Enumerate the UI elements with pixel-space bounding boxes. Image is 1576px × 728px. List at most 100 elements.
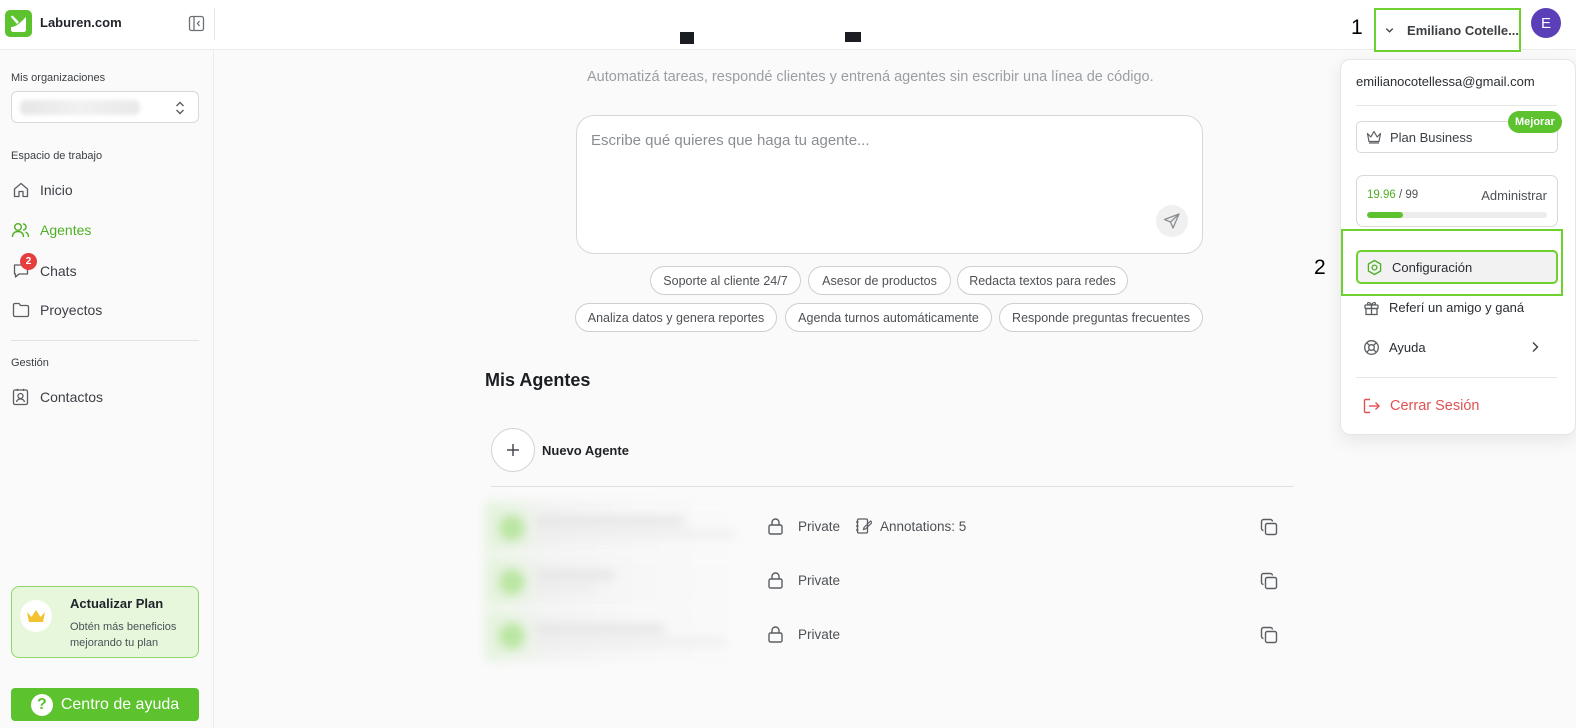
lock-icon <box>768 572 783 589</box>
management-label: Gestión <box>11 357 49 369</box>
sidebar-item-proyectos[interactable]: Proyectos <box>11 295 199 325</box>
user-name: Emiliano Cotelle... <box>1407 22 1519 38</box>
home-icon <box>11 181 30 200</box>
crown-icon <box>20 600 52 632</box>
sidebar-item-label: Chats <box>40 263 77 279</box>
sidebar-item-label: Agentes <box>40 222 92 238</box>
usage-progress-fill <box>1367 212 1404 218</box>
annotations-count: Annotations: 5 <box>880 518 967 534</box>
suggestion-chip[interactable]: Agenda turnos automáticamente <box>785 303 992 332</box>
copy-icon[interactable] <box>1260 626 1278 649</box>
logout-label: Cerrar Sesión <box>1390 398 1480 414</box>
user-email: emilianocotellessa@gmail.com <box>1356 74 1535 89</box>
topbar-divider <box>214 8 215 40</box>
workspace-label: Espacio de trabajo <box>11 150 103 162</box>
sidebar-item-label: Contactos <box>40 389 104 405</box>
agent-prompt-input[interactable] <box>591 132 1181 212</box>
logout-icon <box>1363 398 1380 414</box>
visibility-label: Private <box>798 572 841 588</box>
agents-section-title: Mis Agentes <box>485 370 591 390</box>
agent-visibility: Private <box>767 571 840 589</box>
lock-icon <box>768 626 783 643</box>
usage-used: 19.96 <box>1367 189 1396 201</box>
laburen-logo-icon[interactable] <box>5 10 32 37</box>
sidebar-item-inicio[interactable]: Inicio <box>11 175 199 205</box>
send-button[interactable] <box>1156 205 1188 237</box>
page-subtitle: Automatizá tareas, respondé clientes y e… <box>587 69 1154 85</box>
avatar[interactable]: E <box>1531 8 1561 38</box>
agent-annotations: Annotations: 5 <box>855 517 966 535</box>
agent-name-blurred[interactable] <box>485 609 745 661</box>
crown-icon <box>1366 130 1382 144</box>
sidebar-collapse-icon[interactable] <box>188 15 205 32</box>
menu-item-ayuda[interactable]: Ayuda <box>1363 335 1549 359</box>
gift-icon <box>1364 301 1379 315</box>
upgrade-plan-title: Actualizar Plan <box>70 596 164 611</box>
sidebar-item-label: Proyectos <box>40 302 103 318</box>
visibility-label: Private <box>798 518 841 534</box>
user-menu-button[interactable]: Emiliano Cotelle... <box>1374 8 1521 52</box>
suggestion-chip[interactable]: Asesor de productos <box>808 266 951 295</box>
suggestion-chip[interactable]: Analiza datos y genera reportes <box>575 303 777 332</box>
lock-icon <box>768 518 783 535</box>
chevron-down-icon <box>1385 28 1394 33</box>
table-row: Private Annotations: 5 <box>485 501 1285 553</box>
agent-name-blurred[interactable] <box>485 555 745 607</box>
menu-item-label: Ayuda <box>1389 339 1426 355</box>
sidebar-item-contactos[interactable]: Contactos <box>11 382 199 412</box>
copy-icon[interactable] <box>1260 572 1278 595</box>
sidebar-divider <box>11 340 199 341</box>
sidebar: Mis organizaciones Espacio de trabajo In… <box>0 50 214 728</box>
brand-name: Laburen.com <box>40 15 122 30</box>
menu-item-label: Referí un amigo y ganá <box>1389 299 1525 315</box>
sidebar-item-label: Inicio <box>40 182 73 198</box>
configuration-highlight-box <box>1341 229 1563 296</box>
agents-divider <box>491 486 1294 487</box>
visibility-label: Private <box>798 626 841 642</box>
chevron-right-icon <box>1532 342 1539 352</box>
agent-visibility: Private <box>767 625 840 643</box>
menu-divider <box>1356 105 1557 106</box>
question-icon: ? <box>30 693 53 716</box>
suggestion-chip[interactable]: Redacta textos para redes <box>957 266 1128 295</box>
contact-icon <box>11 388 30 407</box>
send-icon <box>1163 213 1180 229</box>
plan-name: Plan Business <box>1390 129 1473 145</box>
usage-value: 19.96 / 99 <box>1367 189 1418 201</box>
help-center-label: Centro de ayuda <box>60 695 180 713</box>
usage-box: 19.96 / 99 Administrar <box>1356 175 1558 227</box>
table-row: Private <box>485 609 1285 661</box>
annotation-1: 1 <box>1351 16 1363 39</box>
copy-icon[interactable] <box>1260 518 1278 541</box>
table-row: Private <box>485 555 1285 607</box>
upgrade-plan-description: Obtén más beneficios mejorando tu plan <box>70 621 177 649</box>
upgrade-plan-card[interactable]: Actualizar Plan Obtén más beneficios mej… <box>11 586 199 658</box>
users-icon <box>11 221 30 240</box>
plus-icon <box>491 428 535 472</box>
help-center-button[interactable]: ? Centro de ayuda <box>11 688 199 721</box>
chat-icon: 2 <box>11 252 37 281</box>
upgrade-badge-button[interactable]: Mejorar <box>1508 111 1562 133</box>
sidebar-item-chats[interactable]: 2 Chats <box>11 252 199 286</box>
chats-badge: 2 <box>20 252 37 270</box>
agent-name-blurred[interactable] <box>485 501 745 553</box>
sidebar-item-agentes[interactable]: Agentes <box>11 215 199 245</box>
updown-chevron-icon <box>176 101 184 115</box>
lifebuoy-icon <box>1364 339 1379 355</box>
agent-visibility: Private <box>767 517 840 535</box>
manage-link[interactable]: Administrar <box>1481 188 1547 203</box>
page-title-clipped <box>660 32 890 50</box>
folder-icon <box>11 301 30 320</box>
organizations-label: Mis organizaciones <box>11 72 106 84</box>
organization-select[interactable] <box>11 91 199 123</box>
suggestion-chip[interactable]: Soporte al cliente 24/7 <box>650 266 801 295</box>
usage-progress-bar <box>1367 212 1547 218</box>
organization-name-blurred <box>20 100 140 115</box>
annotation-2: 2 <box>1314 256 1326 279</box>
notebook-pen-icon <box>856 518 872 534</box>
new-agent-button[interactable]: Nuevo Agente <box>491 428 629 472</box>
usage-total: / 99 <box>1395 189 1419 201</box>
suggestion-chip[interactable]: Responde preguntas frecuentes <box>999 303 1203 332</box>
menu-item-referir[interactable]: Referí un amigo y ganá <box>1363 295 1549 319</box>
logout-button[interactable]: Cerrar Sesión <box>1363 398 1479 414</box>
